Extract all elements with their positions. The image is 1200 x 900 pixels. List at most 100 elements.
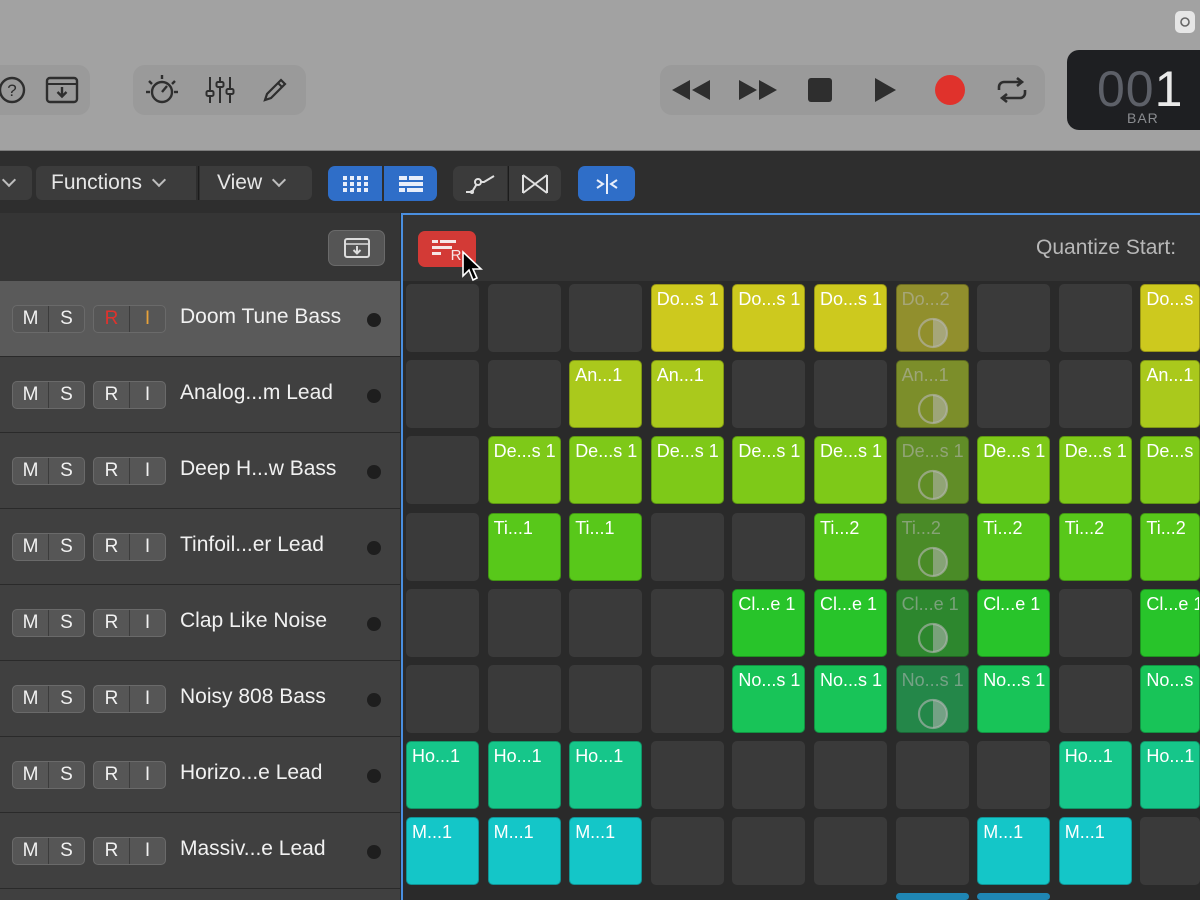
solo-button[interactable]: S (48, 534, 84, 560)
edit-menu[interactable] (0, 166, 32, 200)
queued-cell[interactable]: Do...2 (895, 284, 969, 352)
editor-button[interactable] (255, 65, 295, 115)
clip-cell[interactable]: Do...s 1 (650, 284, 724, 352)
clip-cell[interactable]: M...1 (569, 817, 643, 886)
empty-cell[interactable] (977, 284, 1051, 352)
clip-cell[interactable]: Ti...1 (487, 512, 561, 581)
input-monitor-button[interactable]: I (129, 382, 165, 408)
record-enable-button[interactable]: R (94, 838, 129, 864)
empty-cell[interactable] (406, 284, 479, 352)
empty-cell[interactable] (977, 741, 1051, 810)
clip-cell[interactable]: M...1 (406, 817, 479, 886)
clip-cell[interactable]: Cl...e 1 (732, 588, 806, 657)
clip-cell[interactable]: M...1 (977, 817, 1051, 886)
clip-cell[interactable]: De...s 1 (569, 436, 643, 505)
library-download-button[interactable] (40, 65, 84, 115)
track-row[interactable]: MS RI Clap Like Noise (0, 585, 400, 661)
mute-button[interactable]: M (13, 686, 48, 712)
clip-cell[interactable]: M...1 (1058, 817, 1132, 886)
queued-cell[interactable]: An...1 (895, 360, 969, 429)
solo-button[interactable]: S (48, 306, 84, 332)
track-row[interactable]: MS RI Tinfoil...er Lead (0, 509, 400, 585)
clip-cell[interactable]: Ho...1 (406, 741, 479, 810)
clip-cell[interactable]: De...s 1 (1058, 436, 1132, 505)
clip-cell[interactable]: Ti...1 (569, 512, 643, 581)
solo-button[interactable]: S (48, 762, 84, 788)
track-row[interactable]: MS RI Deep H...w Bass (0, 433, 400, 509)
empty-cell[interactable] (732, 817, 806, 886)
input-monitor-button[interactable]: I (129, 838, 165, 864)
window-control-button[interactable] (1175, 11, 1195, 33)
empty-cell[interactable] (1140, 817, 1200, 886)
mute-button[interactable]: M (13, 458, 48, 484)
empty-cell[interactable] (406, 588, 479, 657)
empty-cell[interactable] (487, 588, 561, 657)
clip-cell[interactable]: No...s (1140, 665, 1200, 733)
clip-cell[interactable]: An...1 (1140, 360, 1200, 429)
record-enable-button[interactable]: R (94, 534, 129, 560)
clip-cell[interactable]: Ho...1 (1140, 741, 1200, 810)
empty-cell[interactable] (487, 284, 561, 352)
input-monitor-button[interactable]: I (129, 458, 165, 484)
track-status-indicator[interactable] (367, 389, 381, 403)
clip-cell[interactable]: De...s 1 (650, 436, 724, 505)
track-status-indicator[interactable] (367, 313, 381, 327)
empty-cell[interactable] (406, 665, 479, 733)
empty-cell[interactable] (406, 360, 479, 429)
track-status-indicator[interactable] (367, 465, 381, 479)
tracks-view-button[interactable] (384, 166, 437, 201)
track-status-indicator[interactable] (367, 693, 381, 707)
clip-cell[interactable]: Ho...1 (487, 741, 561, 810)
clip-cell[interactable]: An...1 (569, 360, 643, 429)
solo-button[interactable]: S (48, 838, 84, 864)
clip-cell[interactable]: No...s 1 (732, 665, 806, 733)
empty-cell[interactable] (650, 665, 724, 733)
solo-button[interactable]: S (48, 610, 84, 636)
empty-cell[interactable] (814, 741, 887, 810)
empty-cell[interactable] (406, 436, 479, 505)
queued-cell[interactable]: No...s 1 (895, 665, 969, 733)
clip-cell[interactable]: De...s 1 (487, 436, 561, 505)
empty-cell[interactable] (895, 817, 969, 886)
record-enable-button[interactable]: R (94, 610, 129, 636)
snap-button[interactable] (578, 166, 635, 201)
clip-cell[interactable] (895, 893, 969, 900)
track-status-indicator[interactable] (367, 845, 381, 859)
fast-forward-button[interactable] (735, 65, 781, 115)
clip-cell[interactable]: Ho...1 (569, 741, 643, 810)
clip-cell[interactable]: Do...s 1 (732, 284, 806, 352)
metronome-button[interactable] (142, 65, 182, 115)
view-menu[interactable]: View (200, 166, 312, 200)
empty-cell[interactable] (1058, 588, 1132, 657)
empty-cell[interactable] (732, 512, 806, 581)
empty-cell[interactable] (650, 817, 724, 886)
track-status-indicator[interactable] (367, 769, 381, 783)
empty-cell[interactable] (1058, 360, 1132, 429)
clip-cell[interactable]: Cl...e 1 (1140, 588, 1200, 657)
track-row[interactable]: MS RI Analog...m Lead (0, 357, 400, 433)
mixer-button[interactable] (200, 65, 240, 115)
mute-button[interactable]: M (13, 534, 48, 560)
track-row[interactable]: MS RI Massiv...e Lead (0, 813, 400, 889)
solo-button[interactable]: S (48, 382, 84, 408)
crossfade-button[interactable] (509, 166, 561, 201)
track-row[interactable]: MS RI Noisy 808 Bass (0, 661, 400, 737)
rewind-button[interactable] (668, 65, 714, 115)
clip-cell[interactable] (977, 893, 1051, 900)
clip-cell[interactable]: Ti...2 (1140, 512, 1200, 581)
mute-button[interactable]: M (13, 762, 48, 788)
empty-cell[interactable] (650, 512, 724, 581)
empty-cell[interactable] (977, 360, 1051, 429)
empty-cell[interactable] (650, 741, 724, 810)
clip-cell[interactable]: Do...s (1140, 284, 1200, 352)
clip-cell[interactable]: De...s 1 (977, 436, 1051, 505)
clip-cell[interactable]: Ho...1 (1058, 741, 1132, 810)
record-enable-button[interactable]: R (94, 306, 129, 332)
record-enable-button[interactable]: R (94, 686, 129, 712)
empty-cell[interactable] (569, 588, 643, 657)
queued-cell[interactable]: De...s 1 (895, 436, 969, 505)
empty-cell[interactable] (487, 360, 561, 429)
clip-cell[interactable]: De...s 1 (732, 436, 806, 505)
empty-cell[interactable] (650, 588, 724, 657)
clip-cell[interactable]: No...s 1 (814, 665, 887, 733)
